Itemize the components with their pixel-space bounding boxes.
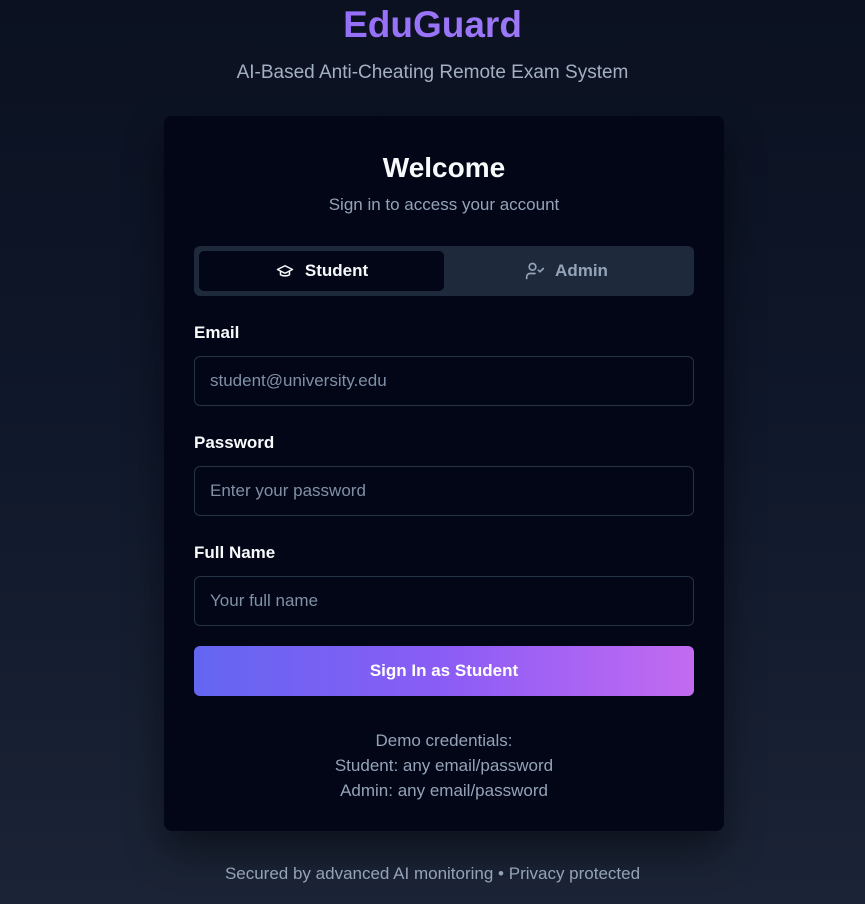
tab-admin[interactable]: Admin: [444, 251, 689, 291]
demo-heading: Demo credentials:: [375, 731, 513, 750]
email-label: Email: [194, 323, 240, 342]
email-field[interactable]: [194, 356, 694, 406]
app-title: EduGuard: [0, 2, 865, 48]
password-field[interactable]: [194, 466, 694, 516]
user-check-icon: [525, 261, 545, 281]
full-name-label: Full Name: [194, 543, 276, 562]
card-title: Welcome: [382, 152, 506, 183]
tab-student[interactable]: Student: [199, 251, 444, 291]
app-tagline: AI-Based Anti-Cheating Remote Exam Syste…: [236, 62, 629, 83]
sign-in-button[interactable]: Sign In as Student: [194, 646, 694, 696]
tab-student-label: Student: [304, 261, 369, 280]
role-tabs: Student Admin: [194, 246, 694, 296]
demo-student: Student: any email/password: [334, 756, 554, 775]
login-card: Welcome Sign in to access your account S…: [164, 116, 724, 831]
demo-admin: Admin: any email/password: [340, 781, 548, 800]
graduation-cap-icon: [275, 262, 295, 280]
card-subtitle: Sign in to access your account: [328, 195, 560, 214]
tab-admin-label: Admin: [555, 261, 608, 280]
full-name-field[interactable]: [194, 576, 694, 626]
footer-text: Secured by advanced AI monitoring • Priv…: [224, 864, 641, 883]
demo-credentials: Demo credentials: Student: any email/pas…: [164, 728, 724, 803]
password-label: Password: [194, 433, 275, 452]
